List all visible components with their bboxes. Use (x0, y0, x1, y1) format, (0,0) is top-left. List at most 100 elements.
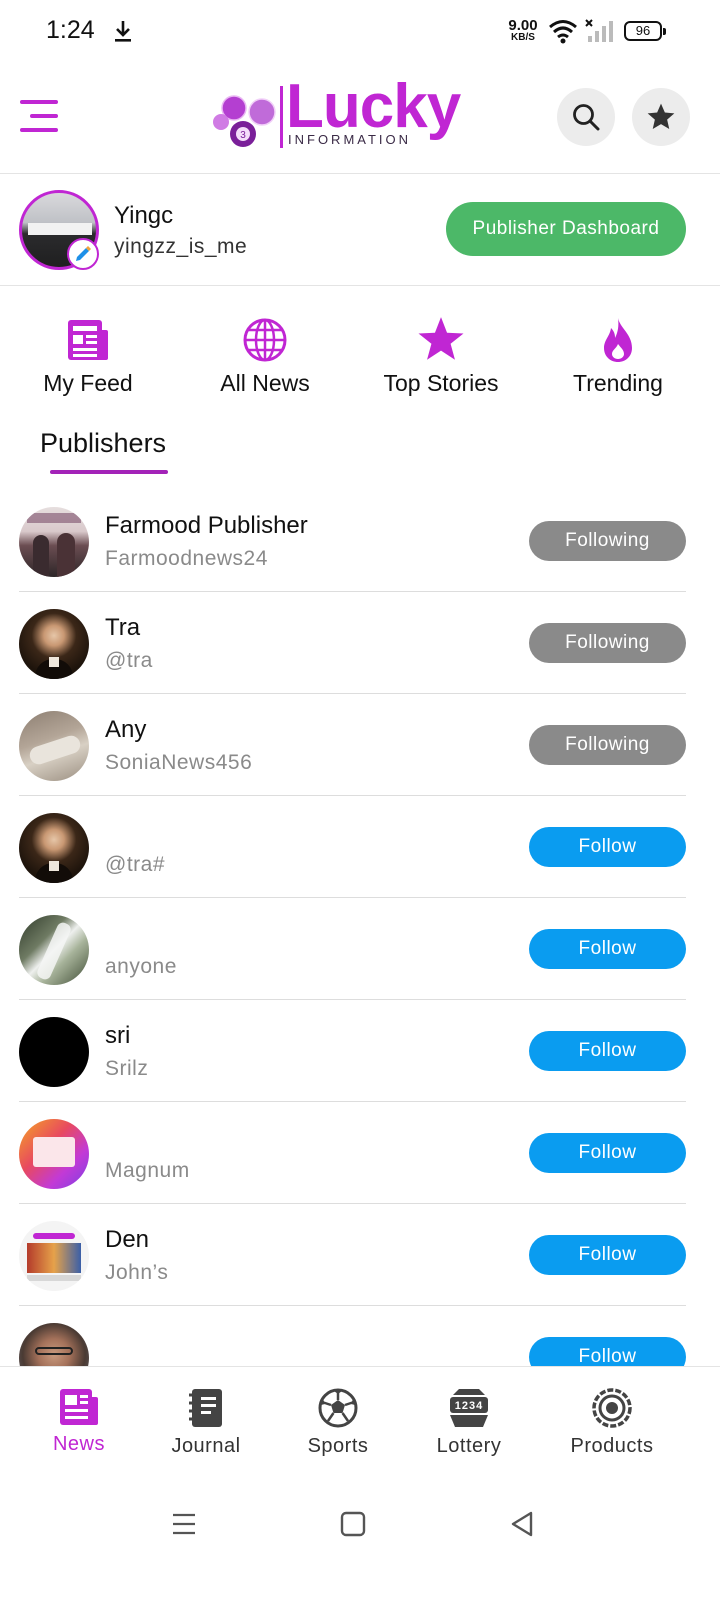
publisher-list: Farmood Publisher Farmoodnews24 Followin… (0, 490, 720, 1366)
publisher-dashboard-button[interactable]: Publisher Dashboard (446, 202, 686, 256)
system-navigation-bar (0, 1474, 720, 1600)
soccer-ball-icon (318, 1388, 358, 1428)
category-label: All News (220, 370, 310, 396)
publisher-row[interactable]: Den John’s Follow (0, 1204, 720, 1306)
following-button[interactable]: Following (529, 521, 686, 561)
nav-label: News (52, 1433, 105, 1455)
follow-button[interactable]: Follow (529, 1133, 686, 1173)
publisher-avatar (19, 1323, 89, 1366)
news-icon (60, 1389, 98, 1425)
nav-products[interactable]: Products (556, 1367, 668, 1475)
newspaper-icon (68, 320, 108, 360)
download-icon (115, 21, 131, 42)
favorites-button[interactable] (632, 88, 690, 146)
follow-button[interactable]: Follow (529, 1031, 686, 1071)
signal-icon (585, 19, 613, 42)
publisher-avatar (19, 813, 89, 883)
logo-wordmark: Lucky (286, 72, 461, 141)
nav-journal[interactable]: Journal (150, 1367, 262, 1475)
follow-button[interactable]: Follow (529, 929, 686, 969)
publisher-name: Any (105, 716, 147, 743)
publisher-row[interactable]: Tra @tra Following (0, 592, 720, 694)
publisher-handle: John’s (105, 1261, 169, 1284)
nav-news[interactable]: News (20, 1367, 138, 1475)
publisher-avatar (19, 1221, 89, 1291)
publisher-row[interactable]: sri Srilz Follow (0, 1000, 720, 1102)
user-profile: Yingc yingzz_is_me Publisher Dashboard (0, 174, 720, 286)
category-label: My Feed (43, 370, 133, 396)
publisher-avatar (19, 609, 89, 679)
publisher-row[interactable]: @tra# Follow (0, 796, 720, 898)
publisher-name: sri (105, 1022, 131, 1049)
nav-label: Journal (171, 1435, 241, 1457)
publisher-avatar (19, 915, 89, 985)
profile-handle: yingzz_is_me (114, 235, 248, 258)
app-bar: 3 Lucky INFORMATION (0, 64, 720, 174)
category-trending[interactable]: Trending (530, 310, 706, 410)
products-icon (592, 1388, 632, 1428)
lottery-machine-icon: 1234 (450, 1389, 488, 1427)
tab-publishers[interactable]: Publishers (40, 428, 166, 459)
notebook-icon (189, 1389, 222, 1427)
search-button[interactable] (557, 88, 615, 146)
publisher-avatar (19, 1119, 89, 1189)
nav-label: Sports (307, 1435, 369, 1457)
category-top-stories[interactable]: Top Stories (353, 310, 529, 410)
publisher-avatar (19, 711, 89, 781)
publisher-row[interactable]: anyone Follow (0, 898, 720, 1000)
wifi-icon (549, 20, 577, 44)
category-label: Top Stories (383, 370, 499, 396)
publisher-handle: anyone (105, 955, 177, 978)
nav-sports[interactable]: Sports (284, 1367, 392, 1475)
recent-apps-icon[interactable] (170, 1510, 198, 1538)
nav-lottery[interactable]: 1234 Lottery (414, 1367, 524, 1475)
publisher-handle: Magnum (105, 1159, 190, 1182)
network-speed: 9.00 KB/S (508, 17, 538, 43)
publisher-handle: SoniaNews456 (105, 751, 253, 774)
search-icon (573, 104, 600, 131)
star-icon (647, 103, 675, 129)
follow-button[interactable]: Follow (529, 1235, 686, 1275)
home-icon[interactable] (340, 1510, 366, 1538)
menu-icon (20, 100, 58, 104)
publisher-row[interactable]: Magnum Follow (0, 1102, 720, 1204)
svg-text:3: 3 (240, 130, 246, 141)
menu-button[interactable] (18, 100, 60, 134)
status-time: 1:24 (46, 16, 95, 44)
globe-icon (243, 318, 287, 362)
category-label: Trending (573, 370, 663, 396)
publisher-handle: Srilz (105, 1057, 149, 1080)
publisher-avatar (19, 507, 89, 577)
battery-icon: 96 (624, 21, 666, 41)
publisher-row[interactable]: Follow (0, 1306, 720, 1366)
following-button[interactable]: Following (529, 623, 686, 663)
category-my-feed[interactable]: My Feed (0, 310, 176, 410)
app-logo: 3 Lucky INFORMATION (212, 76, 482, 156)
follow-button[interactable]: Follow (529, 827, 686, 867)
publisher-name: Den (105, 1226, 150, 1253)
following-button[interactable]: Following (529, 725, 686, 765)
nav-label: Products (570, 1435, 654, 1457)
follow-button[interactable]: Follow (529, 1337, 686, 1366)
profile-name: Yingc (114, 202, 174, 229)
publisher-row[interactable]: Any SoniaNews456 Following (0, 694, 720, 796)
back-icon[interactable] (508, 1510, 536, 1538)
publisher-name: Tra (105, 614, 141, 641)
publisher-row[interactable]: Farmood Publisher Farmoodnews24 Followin… (0, 490, 720, 592)
lottery-balls-icon: 3 (213, 95, 276, 147)
edit-profile-button[interactable] (67, 238, 99, 270)
publisher-avatar (19, 1017, 89, 1087)
publisher-name: Farmood Publisher (105, 512, 308, 539)
bottom-navigation: News Journal Sports 1234 Lottery Product… (0, 1366, 720, 1474)
category-bar: My Feed All News Top Stories Trending (0, 310, 720, 410)
pencil-icon (76, 246, 91, 261)
logo-subtitle: INFORMATION (288, 132, 412, 147)
publisher-handle: Farmoodnews24 (105, 547, 268, 570)
star-icon (418, 317, 464, 360)
status-bar: 1:24 9.00 KB/S 96 (0, 0, 720, 64)
publisher-handle: @tra# (105, 853, 166, 876)
publisher-handle: @tra (105, 649, 153, 672)
active-tab-indicator (50, 470, 168, 474)
category-all-news[interactable]: All News (177, 310, 353, 410)
flame-icon (604, 318, 632, 362)
